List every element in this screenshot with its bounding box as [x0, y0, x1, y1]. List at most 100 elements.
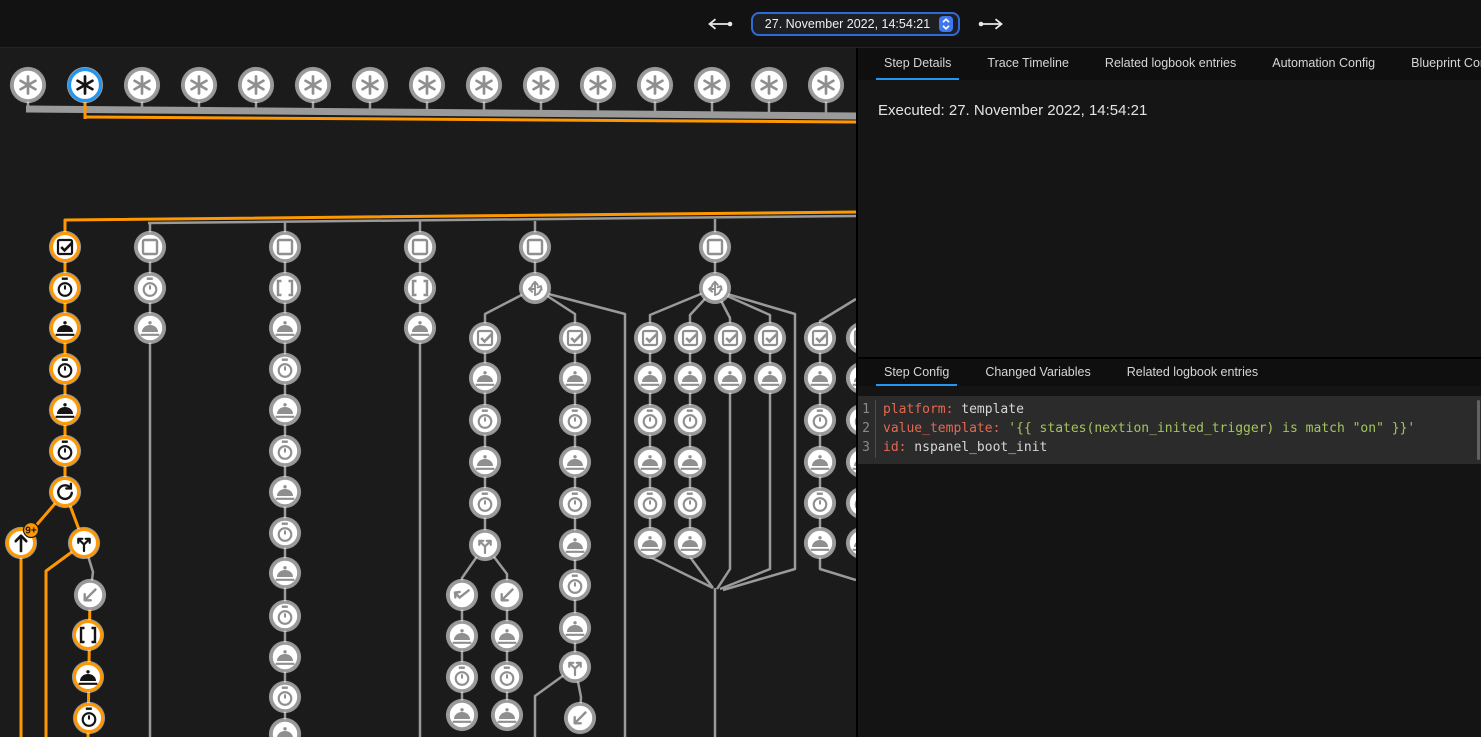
graph-node-timer[interactable] — [469, 404, 501, 436]
graph-node-cloche[interactable] — [846, 527, 856, 559]
graph-node-split[interactable] — [469, 529, 501, 561]
graph-node-cloche[interactable] — [469, 446, 501, 478]
graph-node-asterisk[interactable] — [580, 67, 616, 103]
graph-node-cloche[interactable] — [804, 446, 836, 478]
graph-node-abl[interactable] — [564, 702, 596, 734]
graph-node-asterisk[interactable] — [694, 67, 730, 103]
graph-node-cloche[interactable] — [469, 362, 501, 394]
tab-related-logbook-entries[interactable]: Related logbook entries — [1097, 48, 1244, 80]
graph-node-cloche[interactable] — [674, 527, 706, 559]
graph-node-cloche[interactable] — [269, 641, 301, 673]
graph-node-timer[interactable] — [469, 487, 501, 519]
graph-node-asterisk[interactable] — [181, 67, 217, 103]
graph-node-cloche[interactable] — [269, 394, 301, 426]
graph-node-split[interactable] — [68, 527, 100, 559]
graph-node-asterisk[interactable] — [295, 67, 331, 103]
tab-related-logbook-entries[interactable]: Related logbook entries — [1119, 359, 1266, 386]
graph-node-asterisk[interactable] — [751, 67, 787, 103]
graph-node-brackets[interactable] — [72, 619, 104, 651]
tab-trace-timeline[interactable]: Trace Timeline — [979, 48, 1077, 80]
yaml-code-editor[interactable]: 1platform: template2value_template: '{{ … — [858, 396, 1481, 464]
graph-node-cloche[interactable] — [804, 527, 836, 559]
graph-node-timer[interactable] — [674, 487, 706, 519]
graph-node-brackets[interactable] — [269, 272, 301, 304]
graph-node-cloche[interactable] — [269, 312, 301, 344]
graph-node-cloche[interactable] — [634, 527, 666, 559]
graph-node-checkbox[interactable] — [714, 322, 746, 354]
graph-node-brackets[interactable] — [404, 272, 436, 304]
graph-node-cloche[interactable] — [491, 620, 523, 652]
graph-node-repeat[interactable] — [49, 476, 81, 508]
graph-node-square[interactable] — [134, 231, 166, 263]
run-datetime-select[interactable]: 27. November 2022, 14:54:21 — [751, 12, 960, 36]
graph-node-square[interactable] — [699, 231, 731, 263]
graph-node-cloche[interactable] — [269, 557, 301, 589]
graph-node-cloche[interactable] — [49, 394, 81, 426]
graph-node-square[interactable] — [269, 231, 301, 263]
graph-node-timer[interactable] — [559, 404, 591, 436]
graph-node-checkarrow[interactable] — [446, 579, 478, 611]
graph-node-cloche[interactable] — [72, 661, 104, 693]
graph-node-asterisk[interactable] — [409, 67, 445, 103]
graph-node-timer[interactable] — [804, 487, 836, 519]
code-scrollbar[interactable] — [1477, 400, 1480, 460]
graph-node-cloche[interactable] — [559, 529, 591, 561]
graph-node-checkbox[interactable] — [469, 322, 501, 354]
graph-node-cloche[interactable] — [269, 476, 301, 508]
graph-node-timer[interactable] — [269, 353, 301, 385]
graph-node-cloche[interactable] — [49, 312, 81, 344]
previous-run-button[interactable] — [702, 14, 737, 34]
graph-node-timer[interactable] — [269, 435, 301, 467]
graph-node-abl[interactable] — [74, 579, 106, 611]
graph-node-cloche[interactable] — [804, 362, 836, 394]
graph-node-cloche[interactable] — [634, 362, 666, 394]
tab-step-config[interactable]: Step Config — [876, 359, 957, 386]
graph-node-asterisk[interactable] — [238, 67, 274, 103]
graph-node-cloche[interactable] — [269, 718, 301, 737]
graph-node-timer[interactable] — [491, 661, 523, 693]
graph-node-asterisk[interactable] — [10, 67, 46, 103]
graph-node-checkbox[interactable] — [674, 322, 706, 354]
graph-node-asterisk[interactable] — [352, 67, 388, 103]
graph-node-asterisk[interactable] — [124, 67, 160, 103]
graph-node-arrowup[interactable]: 9+ — [5, 523, 39, 560]
next-run-button[interactable] — [974, 14, 1009, 34]
graph-node-timer[interactable] — [804, 404, 836, 436]
graph-node-checkbox[interactable] — [754, 322, 786, 354]
graph-node-timer[interactable] — [269, 517, 301, 549]
graph-node-timer[interactable] — [134, 272, 166, 304]
graph-node-timer[interactable] — [49, 435, 81, 467]
graph-node-timer[interactable] — [634, 487, 666, 519]
graph-node-cloche[interactable] — [446, 620, 478, 652]
graph-node-square[interactable] — [519, 231, 551, 263]
graph-node-asterisk[interactable] — [466, 67, 502, 103]
graph-node-timer[interactable] — [559, 569, 591, 601]
graph-node-square[interactable] — [404, 231, 436, 263]
tab-automation-config[interactable]: Automation Config — [1264, 48, 1383, 80]
graph-node-timer[interactable] — [73, 702, 105, 734]
graph-node-timer[interactable] — [674, 404, 706, 436]
graph-node-checkbox[interactable] — [846, 322, 856, 354]
graph-node-timer[interactable] — [846, 404, 856, 436]
graph-node-choose[interactable] — [519, 272, 551, 304]
graph-node-timer[interactable] — [634, 404, 666, 436]
graph-node-checkbox[interactable] — [804, 322, 836, 354]
graph-node-cloche[interactable] — [634, 446, 666, 478]
graph-node-split[interactable] — [559, 651, 591, 683]
graph-node-asterisk[interactable] — [523, 67, 559, 103]
graph-node-asterisk[interactable] — [808, 67, 844, 103]
graph-node-cloche[interactable] — [559, 362, 591, 394]
tab-blueprint-config[interactable]: Blueprint Config — [1403, 48, 1481, 80]
tab-step-details[interactable]: Step Details — [876, 48, 959, 80]
graph-node-timer[interactable] — [446, 661, 478, 693]
graph-node-cloche[interactable] — [491, 699, 523, 731]
graph-node-timer[interactable] — [269, 600, 301, 632]
graph-node-timer[interactable] — [269, 681, 301, 713]
graph-node-timer[interactable] — [49, 272, 81, 304]
graph-node-cloche[interactable] — [846, 362, 856, 394]
tab-changed-variables[interactable]: Changed Variables — [977, 359, 1098, 386]
graph-node-timer[interactable] — [846, 487, 856, 519]
graph-node-checkbox[interactable] — [49, 231, 81, 263]
graph-node-cloche[interactable] — [134, 312, 166, 344]
graph-node-checkbox[interactable] — [559, 322, 591, 354]
